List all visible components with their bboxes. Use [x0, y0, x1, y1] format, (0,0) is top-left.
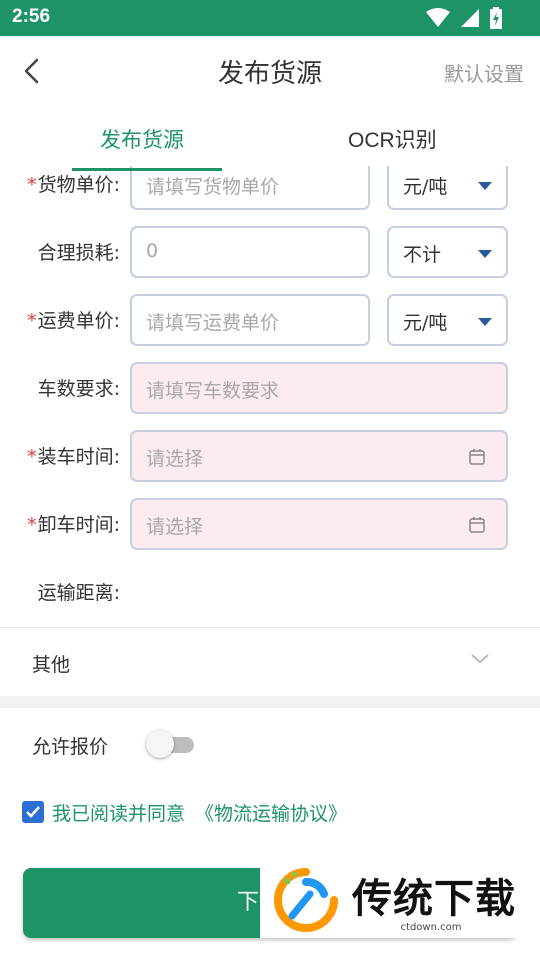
unit-price-placeholder: 请填写货物单价 [146, 176, 280, 198]
unload-time-row: *卸车时间: 请选择 [0, 498, 540, 550]
freight-input[interactable]: 请填写运费单价 [130, 294, 370, 346]
toggle-knob [146, 730, 174, 758]
unit-price-unit-value: 元/吨 [403, 176, 448, 198]
loss-row: 合理损耗: 0 不计 [0, 226, 540, 278]
loss-option-value: 不计 [403, 244, 442, 266]
status-bar: 2:56 [0, 0, 540, 36]
freight-row: *运费单价: 请填写运费单价 元/吨 [0, 294, 540, 346]
unload-time-label: *卸车时间: [27, 514, 120, 536]
calendar-icon [469, 449, 485, 465]
battery-icon [490, 7, 502, 29]
status-icons [426, 7, 502, 29]
default-settings-button[interactable]: 默认设置 [444, 58, 524, 87]
required-mark: * [27, 310, 37, 332]
wifi-icon [426, 8, 450, 27]
unload-time-placeholder: 请选择 [146, 516, 204, 538]
dropdown-caret-icon [478, 182, 492, 190]
allow-quote-row: 允许报价 [0, 708, 540, 782]
freight-placeholder: 请填写运费单价 [146, 312, 280, 334]
brand-logo-icon [274, 868, 338, 932]
trucks-row: 车数要求: 请填写车数要求 [0, 362, 540, 414]
app-bar: 发布货源 默认设置 [0, 36, 540, 106]
chevron-down-icon [471, 654, 489, 664]
freight-unit-value: 元/吨 [403, 312, 448, 334]
required-mark: * [27, 174, 37, 196]
distance-row: 运输距离: [0, 566, 540, 618]
status-time: 2:56 [12, 6, 51, 27]
load-time-picker[interactable]: 请选择 [130, 430, 508, 482]
section-gap [0, 696, 540, 708]
tab-indicator-overlay [72, 168, 222, 171]
tab-bar-mask [0, 106, 540, 166]
tab-publish-cargo-overlay[interactable]: 发布货源 [100, 124, 184, 154]
agreement-checkbox[interactable] [22, 801, 44, 823]
required-mark: * [27, 446, 37, 468]
tab-ocr-overlay[interactable]: OCR识别 [348, 124, 437, 154]
dropdown-caret-icon [478, 318, 492, 326]
agreement-row: 我已阅读并同意 《物流运输协议》 [22, 798, 347, 826]
other-section-header[interactable]: 其他 [0, 628, 540, 696]
watermark: 传统下载 ctdown.com [260, 858, 522, 938]
freight-label: *运费单价: [27, 310, 120, 332]
check-icon [26, 806, 40, 818]
dropdown-caret-icon [478, 250, 492, 258]
loss-value: 0 [146, 240, 159, 262]
trucks-placeholder: 请填写车数要求 [146, 380, 280, 402]
other-label: 其他 [32, 654, 71, 676]
watermark-url: ctdown.com [400, 922, 462, 933]
trucks-input[interactable]: 请填写车数要求 [130, 362, 508, 414]
freight-unit-select[interactable]: 元/吨 [387, 294, 508, 346]
agreement-link[interactable]: 《物流运输协议》 [195, 799, 347, 826]
unload-time-picker[interactable]: 请选择 [130, 498, 508, 550]
load-time-row: *装车时间: 请选择 [0, 430, 540, 482]
loss-label: 合理损耗: [37, 242, 120, 264]
agreement-text: 我已阅读并同意 [52, 802, 186, 825]
calendar-icon [469, 517, 485, 533]
unit-price-label: *货物单价: [27, 174, 120, 196]
allow-quote-label: 允许报价 [32, 736, 109, 758]
allow-quote-toggle[interactable] [146, 730, 194, 758]
trucks-label: 车数要求: [37, 378, 120, 400]
load-time-label: *装车时间: [27, 446, 120, 468]
required-mark: * [27, 514, 37, 536]
signal-icon [461, 9, 479, 27]
loss-option-select[interactable]: 不计 [387, 226, 508, 278]
loss-input[interactable]: 0 [130, 226, 370, 278]
load-time-placeholder: 请选择 [146, 448, 204, 470]
distance-label: 运输距离: [37, 582, 120, 604]
watermark-brand: 传统下载 [352, 876, 516, 922]
